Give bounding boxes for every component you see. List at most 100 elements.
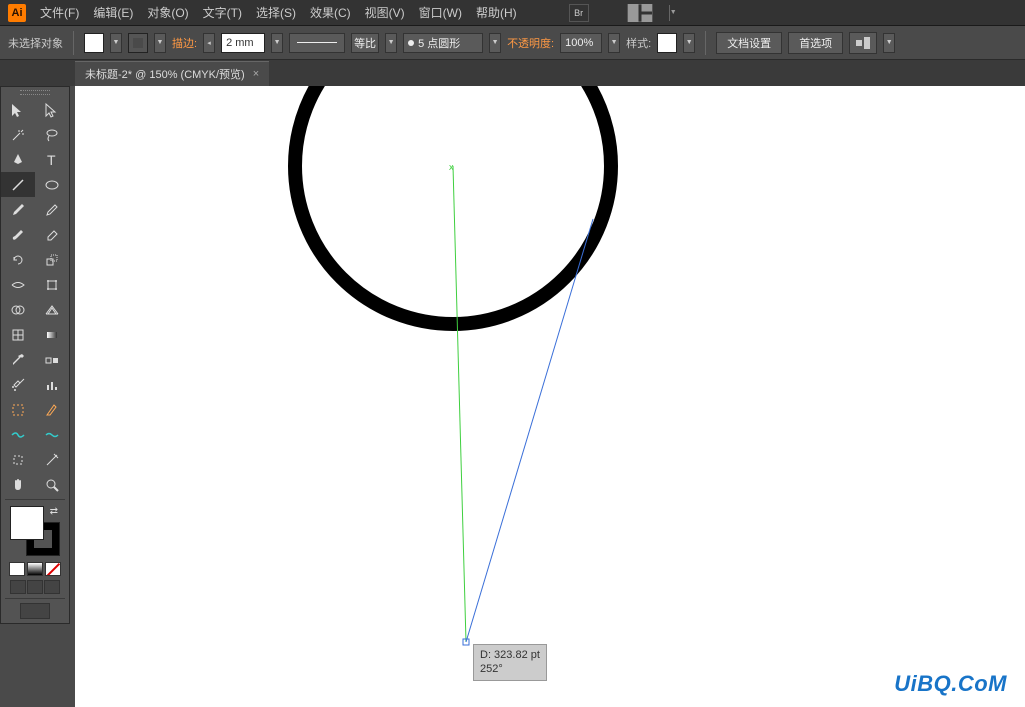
color-mode-gradient[interactable]: [27, 562, 43, 576]
svg-text:T: T: [47, 152, 56, 168]
canvas-artwork: x: [75, 86, 1025, 707]
stroke-width-input[interactable]: [221, 33, 265, 53]
brush-definition[interactable]: 5 点圆形: [403, 33, 483, 53]
stroke-label[interactable]: 描边:: [172, 35, 197, 51]
opacity-label[interactable]: 不透明度:: [507, 35, 554, 51]
shape-builder-tool[interactable]: [1, 297, 35, 322]
arrange-docs-icon[interactable]: [627, 4, 653, 22]
swap-fill-stroke-icon[interactable]: ⇄: [50, 506, 58, 517]
symbol-sprayer-tool[interactable]: [1, 372, 35, 397]
ellipse-tool[interactable]: [35, 172, 69, 197]
line-segment-tool[interactable]: [1, 172, 35, 197]
divider: [705, 31, 706, 55]
selection-tool[interactable]: [1, 97, 35, 122]
color-mode-solid[interactable]: [9, 562, 25, 576]
gradient-tool[interactable]: [35, 322, 69, 347]
toolbox-grip[interactable]: [1, 87, 69, 97]
column-graph-tool[interactable]: [35, 372, 69, 397]
artboard-tool[interactable]: [1, 397, 35, 422]
document-tab-title: 未标题-2* @ 150% (CMYK/预览): [85, 66, 245, 82]
fill-dropdown[interactable]: ▼: [110, 33, 122, 53]
stroke-stepper-down[interactable]: ◂: [203, 33, 215, 53]
magic-wand-tool[interactable]: [1, 122, 35, 147]
document-setup-button[interactable]: 文档设置: [716, 32, 782, 54]
menu-bar: Ai 文件(F) 编辑(E) 对象(O) 文字(T) 选择(S) 效果(C) 视…: [0, 0, 1025, 26]
watermark-text: UiBQ.CoM: [894, 671, 1007, 697]
menu-select[interactable]: 选择(S): [256, 4, 296, 21]
pencil-tool[interactable]: [35, 197, 69, 222]
scale-tool[interactable]: [35, 247, 69, 272]
stroke-width-dropdown[interactable]: ▼: [271, 33, 283, 53]
hand-tool[interactable]: [1, 472, 35, 497]
eraser-tool[interactable]: [35, 222, 69, 247]
toolbox-panel: T: [0, 86, 70, 624]
draw-mode-row: [1, 580, 69, 594]
menu-window[interactable]: 窗口(W): [419, 4, 462, 21]
menu-help[interactable]: 帮助(H): [476, 4, 517, 21]
brush-dropdown[interactable]: ▼: [489, 33, 501, 53]
zoom-tool[interactable]: [35, 472, 69, 497]
type-tool[interactable]: T: [35, 147, 69, 172]
style-swatch[interactable]: [657, 33, 677, 53]
menu-object[interactable]: 对象(O): [147, 4, 188, 21]
svg-text:x: x: [449, 162, 454, 172]
lasso-tool[interactable]: [35, 122, 69, 147]
align-button[interactable]: [849, 32, 877, 54]
opacity-input[interactable]: [560, 33, 602, 53]
color-mode-none[interactable]: [45, 562, 61, 576]
color-mode-row: [1, 562, 69, 576]
draw-inside[interactable]: [44, 580, 60, 594]
style-label: 样式:: [626, 35, 651, 51]
menu-view[interactable]: 视图(V): [365, 4, 405, 21]
screen-mode-row: [1, 603, 69, 619]
eyedropper-tool[interactable]: [1, 347, 35, 372]
arrange-docs-dropdown[interactable]: ▼: [669, 5, 677, 21]
draw-behind[interactable]: [27, 580, 43, 594]
fill-stroke-swatches[interactable]: ⇄: [10, 506, 60, 556]
bridge-icon[interactable]: Br: [569, 4, 589, 22]
menu-file[interactable]: 文件(F): [40, 4, 79, 21]
opacity-dropdown[interactable]: ▼: [608, 33, 620, 53]
measure-angle: 252°: [480, 662, 540, 676]
draw-normal[interactable]: [10, 580, 26, 594]
blend-tool[interactable]: [35, 347, 69, 372]
crop-tool[interactable]: [1, 447, 35, 472]
knife-tool[interactable]: [35, 447, 69, 472]
canvas[interactable]: x D: 323.82 pt 252° UiBQ.CoM: [75, 86, 1025, 707]
stroke-profile-dropdown[interactable]: ▼: [385, 33, 397, 53]
slice-tool[interactable]: [35, 397, 69, 422]
tab-close-icon[interactable]: ×: [253, 68, 259, 80]
width-tool[interactable]: [1, 272, 35, 297]
menu-edit[interactable]: 编辑(E): [93, 4, 133, 21]
brush-dot-icon: [408, 40, 414, 46]
direct-selection-tool[interactable]: [35, 97, 69, 122]
preferences-button[interactable]: 首选项: [788, 32, 843, 54]
wrinkle-tool[interactable]: [35, 422, 69, 447]
free-transform-tool[interactable]: [35, 272, 69, 297]
pen-tool[interactable]: [1, 147, 35, 172]
mesh-tool[interactable]: [1, 322, 35, 347]
divider: [73, 31, 74, 55]
align-dropdown[interactable]: ▼: [883, 33, 895, 53]
measure-tooltip: D: 323.82 pt 252°: [473, 644, 547, 681]
blob-brush-tool[interactable]: [1, 222, 35, 247]
fill-swatch[interactable]: [84, 33, 104, 53]
paintbrush-tool[interactable]: [1, 197, 35, 222]
measure-distance: D: 323.82 pt: [480, 648, 540, 662]
style-dropdown[interactable]: ▼: [683, 33, 695, 53]
menu-type[interactable]: 文字(T): [203, 4, 242, 21]
control-bar: 未选择对象 ▼ ▼ 描边: ◂ ▼ 等比 ▼ 5 点圆形 ▼ 不透明度: ▼ 样…: [0, 26, 1025, 60]
stroke-dropdown[interactable]: ▼: [154, 33, 166, 53]
rotate-tool[interactable]: [1, 247, 35, 272]
document-tab[interactable]: 未标题-2* @ 150% (CMYK/预览) ×: [75, 61, 269, 86]
perspective-grid-tool[interactable]: [35, 297, 69, 322]
fill-color-swatch[interactable]: [10, 506, 44, 540]
stroke-profile-preview[interactable]: [289, 33, 345, 53]
stroke-profile-label: 等比: [351, 33, 379, 53]
menu-effect[interactable]: 效果(C): [310, 4, 351, 21]
document-tab-bar: 未标题-2* @ 150% (CMYK/预览) ×: [0, 60, 1025, 86]
perspective-selection-tool[interactable]: [1, 422, 35, 447]
screen-mode-button[interactable]: [20, 603, 50, 619]
stroke-swatch[interactable]: [128, 33, 148, 53]
brush-name: 5 点圆形: [418, 35, 460, 51]
